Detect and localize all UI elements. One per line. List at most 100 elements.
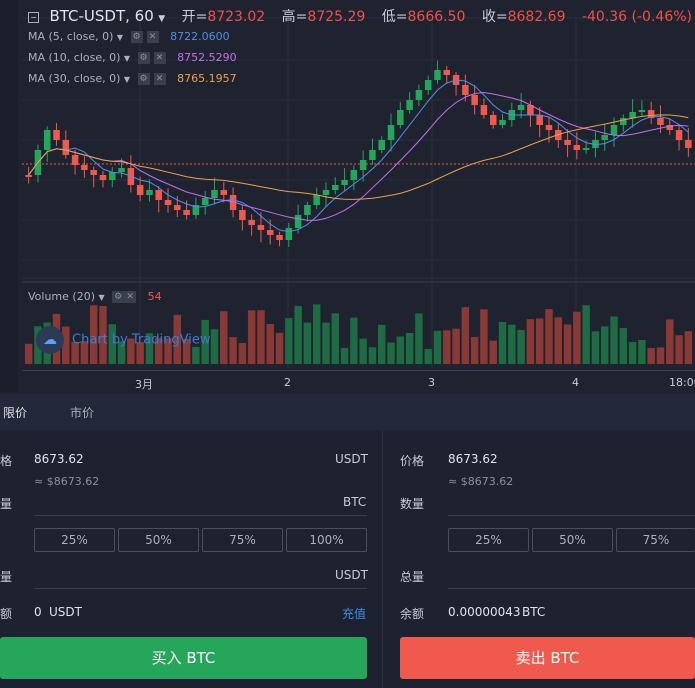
chevron-down-icon[interactable]: ▼ (158, 14, 165, 24)
candle-body (499, 120, 506, 125)
close-icon[interactable]: ✕ (146, 31, 159, 43)
low-label: 低= (381, 9, 408, 25)
candle-body (71, 155, 79, 165)
ma10-label: MA (10, close, 0) (28, 51, 121, 64)
sell-total-input[interactable] (448, 588, 695, 589)
candle-body (81, 165, 88, 170)
tab-market[interactable]: 市价 (70, 404, 94, 421)
buy-amount-label: 量 (0, 497, 13, 511)
volume-bar (545, 309, 553, 364)
buy-total-input[interactable] (34, 588, 367, 589)
candle-body (62, 140, 70, 155)
sell-price-input[interactable]: 8673.62 (448, 452, 498, 466)
chevron-down-icon[interactable]: ▼ (124, 54, 130, 63)
volume-bar (396, 336, 405, 364)
collapse-icon[interactable]: − (28, 11, 39, 23)
volume-bar (610, 316, 618, 364)
sell-balance-unit: BTC (522, 605, 546, 619)
candle-body (610, 125, 618, 135)
buy-50-button[interactable]: 50% (118, 528, 199, 552)
ma10-indicator[interactable]: MA (10, close, 0) ▼ ⚙ ✕ 8752.5290 (28, 51, 237, 64)
volume-value: 54 (147, 290, 162, 303)
buy-button[interactable]: 买入 BTC (0, 637, 367, 679)
sell-button[interactable]: 卖出 BTC (400, 637, 695, 679)
sell-75-button[interactable]: 75% (616, 528, 695, 552)
volume-bar (554, 317, 562, 364)
candle-body (25, 175, 32, 177)
ma10-line (28, 91, 689, 221)
buy-price-input[interactable]: 8673.62 (34, 452, 84, 466)
volume-bar (247, 310, 256, 364)
time-axis: 3月 2 3 4 18:00 (22, 370, 695, 393)
price-chart[interactable]: − BTC-USDT, 60 ▼ 开=8723.02 高=8725.29 低=8… (0, 0, 695, 392)
candle-body (545, 125, 553, 130)
deposit-link[interactable]: 充值 (342, 605, 366, 622)
axis-tick: 18:00 (669, 376, 695, 389)
candle-body (462, 85, 469, 95)
settings-icon[interactable]: ⚙ (112, 291, 125, 303)
candle-body (657, 118, 664, 125)
divider (382, 430, 383, 688)
candle-body (90, 170, 97, 175)
volume-bar (275, 332, 284, 364)
buy-amount-input[interactable] (34, 515, 367, 516)
close-icon[interactable]: ✕ (153, 52, 166, 64)
settings-icon[interactable]: ⚙ (137, 73, 150, 85)
settings-icon[interactable]: ⚙ (130, 31, 143, 43)
volume-bar (238, 343, 247, 364)
tradingview-watermark[interactable]: ☁ Chart by TradingView (36, 326, 210, 354)
candle-body (174, 205, 181, 210)
volume-bar (666, 319, 674, 364)
sell-balance-label: 余额 (400, 607, 425, 621)
candle-body (582, 148, 590, 150)
volume-bar (294, 305, 302, 364)
buy-75-button[interactable]: 75% (202, 528, 283, 552)
chevron-down-icon[interactable]: ▼ (117, 33, 123, 42)
volume-bar (480, 309, 488, 364)
chevron-down-icon[interactable]: ▼ (99, 293, 105, 302)
volume-bar (470, 336, 479, 364)
candle-body (183, 210, 190, 215)
volume-bar (312, 304, 321, 364)
sell-25-button[interactable]: 25% (448, 528, 529, 552)
ma5-indicator[interactable]: MA (5, close, 0) ▼ ⚙ ✕ 8722.0600 (28, 30, 230, 43)
drawing-toolbar (0, 0, 18, 392)
buy-25-button[interactable]: 25% (34, 528, 115, 552)
ma30-indicator[interactable]: MA (30, close, 0) ▼ ⚙ ✕ 8765.1957 (28, 72, 237, 85)
buy-price-unit: USDT (335, 452, 368, 466)
candle-body (257, 225, 265, 230)
close-icon[interactable]: ✕ (153, 73, 166, 85)
volume-bar (229, 337, 237, 364)
axis-tick: 3月 (135, 378, 153, 391)
candle-body (341, 180, 348, 185)
candle-body (155, 190, 162, 200)
volume-bar (619, 327, 628, 364)
volume-indicator[interactable]: Volume (20) ▼ ⚙ ✕ 54 (28, 290, 162, 303)
close-icon[interactable]: ✕ (124, 291, 137, 303)
candle-body (350, 170, 358, 180)
chevron-down-icon[interactable]: ▼ (124, 75, 130, 84)
sell-50-button[interactable]: 50% (532, 528, 613, 552)
close-label: 收= (481, 9, 508, 25)
candle-body (266, 230, 274, 235)
tab-limit[interactable]: 限价 (3, 404, 27, 421)
sell-amount-input[interactable] (448, 515, 695, 516)
low-value: 8666.50 (407, 9, 466, 25)
candle-body (378, 140, 385, 150)
buy-100-button[interactable]: 100% (286, 528, 367, 552)
candle-body (536, 115, 543, 125)
candle-body (359, 160, 367, 170)
trading-app: − BTC-USDT, 60 ▼ 开=8723.02 高=8725.29 低=8… (0, 0, 695, 688)
buy-balance-unit: USDT (49, 605, 82, 619)
candle-body (638, 110, 646, 112)
close-value: 8682.69 (507, 9, 566, 25)
volume-bar (350, 317, 358, 364)
volume-bar (638, 339, 646, 364)
volume-bar (424, 348, 432, 364)
symbol-selector[interactable]: BTC-USDT, 60 (49, 7, 153, 25)
volume-bar (684, 331, 693, 364)
volume-bar (340, 347, 349, 364)
volume-bar (266, 324, 274, 364)
buy-total-unit: USDT (335, 568, 368, 582)
settings-icon[interactable]: ⚙ (137, 52, 150, 64)
